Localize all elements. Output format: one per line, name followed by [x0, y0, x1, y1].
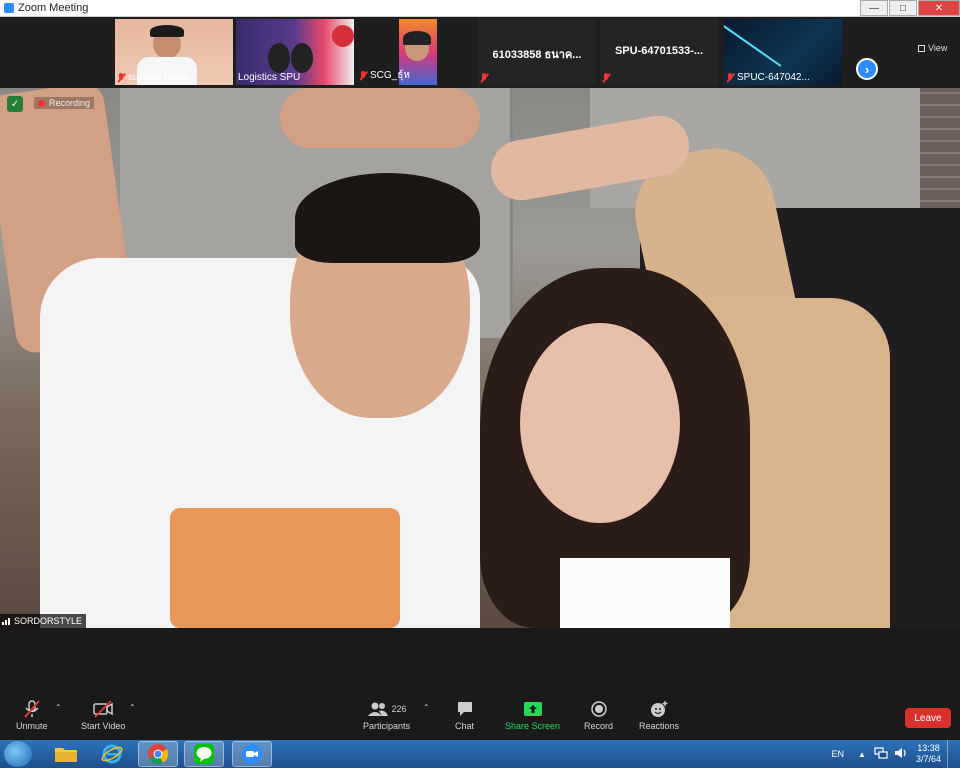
record-dot-icon — [38, 99, 45, 107]
maximize-button[interactable]: □ — [889, 0, 917, 16]
system-tray: EN ▲ 13:38 3/7/64 — [832, 740, 956, 768]
chevron-right-icon: › — [864, 61, 870, 77]
internet-explorer-icon[interactable] — [92, 741, 132, 767]
mic-muted-icon — [23, 699, 41, 719]
chat-label: Chat — [455, 721, 475, 731]
share-screen-button[interactable]: Share Screen — [505, 699, 560, 731]
mic-muted-icon — [359, 70, 367, 81]
mic-muted-icon — [602, 73, 610, 83]
leave-button[interactable]: Leave — [905, 708, 951, 728]
recording-indicator[interactable]: Recording — [34, 97, 95, 109]
minimize-button[interactable]: — — [860, 0, 888, 16]
main-video-feed — [0, 88, 960, 628]
mic-muted-icon — [726, 72, 734, 83]
windows-start-icon[interactable] — [4, 741, 32, 767]
share-screen-label: Share Screen — [505, 721, 561, 731]
view-label: View — [928, 43, 948, 53]
participant-name: SCG_ธุ์ห — [370, 70, 410, 81]
close-button[interactable]: ✕ — [918, 0, 960, 16]
clock-date: 3/7/64 — [915, 754, 941, 764]
participant-thumbnail[interactable]: SPU-64701533-... — [600, 19, 718, 85]
zoom-app-icon — [4, 3, 14, 13]
participant-thumbnail[interactable]: SCG_ธุ์ห — [357, 19, 475, 85]
active-speaker-tag: SORDORSTYLE — [0, 614, 87, 628]
tray-expand-icon[interactable]: ▲ — [858, 750, 866, 759]
reactions-button[interactable]: Reactions — [639, 699, 679, 731]
recording-label: Recording — [49, 98, 91, 108]
mic-muted-icon — [480, 73, 488, 83]
clock-time: 13:38 — [917, 743, 940, 753]
participant-thumbnail-strip: suparat katiw... ​ Logistics SPU SCG_ธุ์… — [0, 17, 960, 88]
window-controls: — □ ✕ — [859, 0, 960, 16]
language-indicator[interactable]: EN — [832, 749, 845, 759]
file-explorer-icon[interactable] — [46, 741, 86, 767]
chat-button[interactable]: Chat — [455, 699, 474, 731]
chrome-icon[interactable] — [138, 741, 178, 767]
participant-thumbnail[interactable]: suparat katiw... — [115, 19, 233, 85]
taskbar-clock[interactable]: 13:38 3/7/64 — [916, 743, 941, 765]
participant-name: Logistics SPU — [238, 72, 301, 83]
participant-name: SPU-64701533-... — [614, 45, 704, 57]
window-titlebar: Zoom Meeting — □ ✕ — [0, 0, 960, 17]
chevron-up-icon[interactable]: ⌃ — [55, 703, 62, 712]
volume-icon[interactable] — [894, 747, 908, 761]
line-app-icon[interactable] — [184, 741, 224, 767]
participant-thumbnail[interactable]: ​ SPUC-647042... — [724, 19, 842, 85]
start-video-button[interactable]: Start Video — [81, 699, 125, 731]
next-page-button[interactable]: › — [856, 58, 878, 80]
view-toggle-button[interactable]: View — [918, 43, 947, 53]
unmute-button[interactable]: Unmute — [16, 699, 48, 731]
zoom-taskbar-icon[interactable] — [232, 741, 272, 767]
emoji-plus-icon — [649, 699, 669, 719]
signal-bars-icon — [2, 617, 11, 625]
participant-thumbnail[interactable]: 61033858 ธนาค... — [478, 19, 596, 85]
speaker-name: SORDORSTYLE — [14, 616, 83, 626]
mic-muted-icon — [117, 72, 125, 83]
meeting-toolbar: Unmute ⌃ Start Video ⌃ 226 Participants … — [0, 695, 960, 740]
start-video-label: Start Video — [81, 721, 126, 731]
chevron-up-icon[interactable]: ⌃ — [423, 703, 430, 712]
participant-name: 61033858 ธนาค... — [492, 49, 582, 61]
record-icon — [590, 699, 608, 719]
window-title: Zoom Meeting — [18, 2, 89, 14]
camera-off-icon — [92, 699, 114, 719]
participants-button[interactable]: 226 Participants — [363, 699, 410, 731]
participants-label: Participants — [363, 721, 411, 731]
participant-thumbnail[interactable]: ​ Logistics SPU — [236, 19, 354, 85]
chat-icon — [456, 699, 474, 719]
os-taskbar: EN ▲ 13:38 3/7/64 — [0, 740, 960, 768]
network-icon[interactable] — [874, 747, 888, 761]
participant-name: SPUC-647042... — [737, 72, 810, 83]
record-label: Record — [584, 721, 614, 731]
reactions-label: Reactions — [639, 721, 680, 731]
chevron-up-icon[interactable]: ⌃ — [129, 703, 136, 712]
security-shield-icon[interactable]: ✓ — [7, 96, 23, 112]
share-screen-icon — [523, 699, 543, 719]
participants-count: 226 — [391, 704, 407, 714]
participant-name: suparat katiw... — [128, 72, 195, 83]
participants-icon — [367, 702, 388, 716]
grid-view-icon — [918, 44, 925, 52]
show-desktop-button[interactable] — [947, 740, 956, 768]
unmute-label: Unmute — [16, 721, 48, 731]
record-button[interactable]: Record — [584, 699, 613, 731]
